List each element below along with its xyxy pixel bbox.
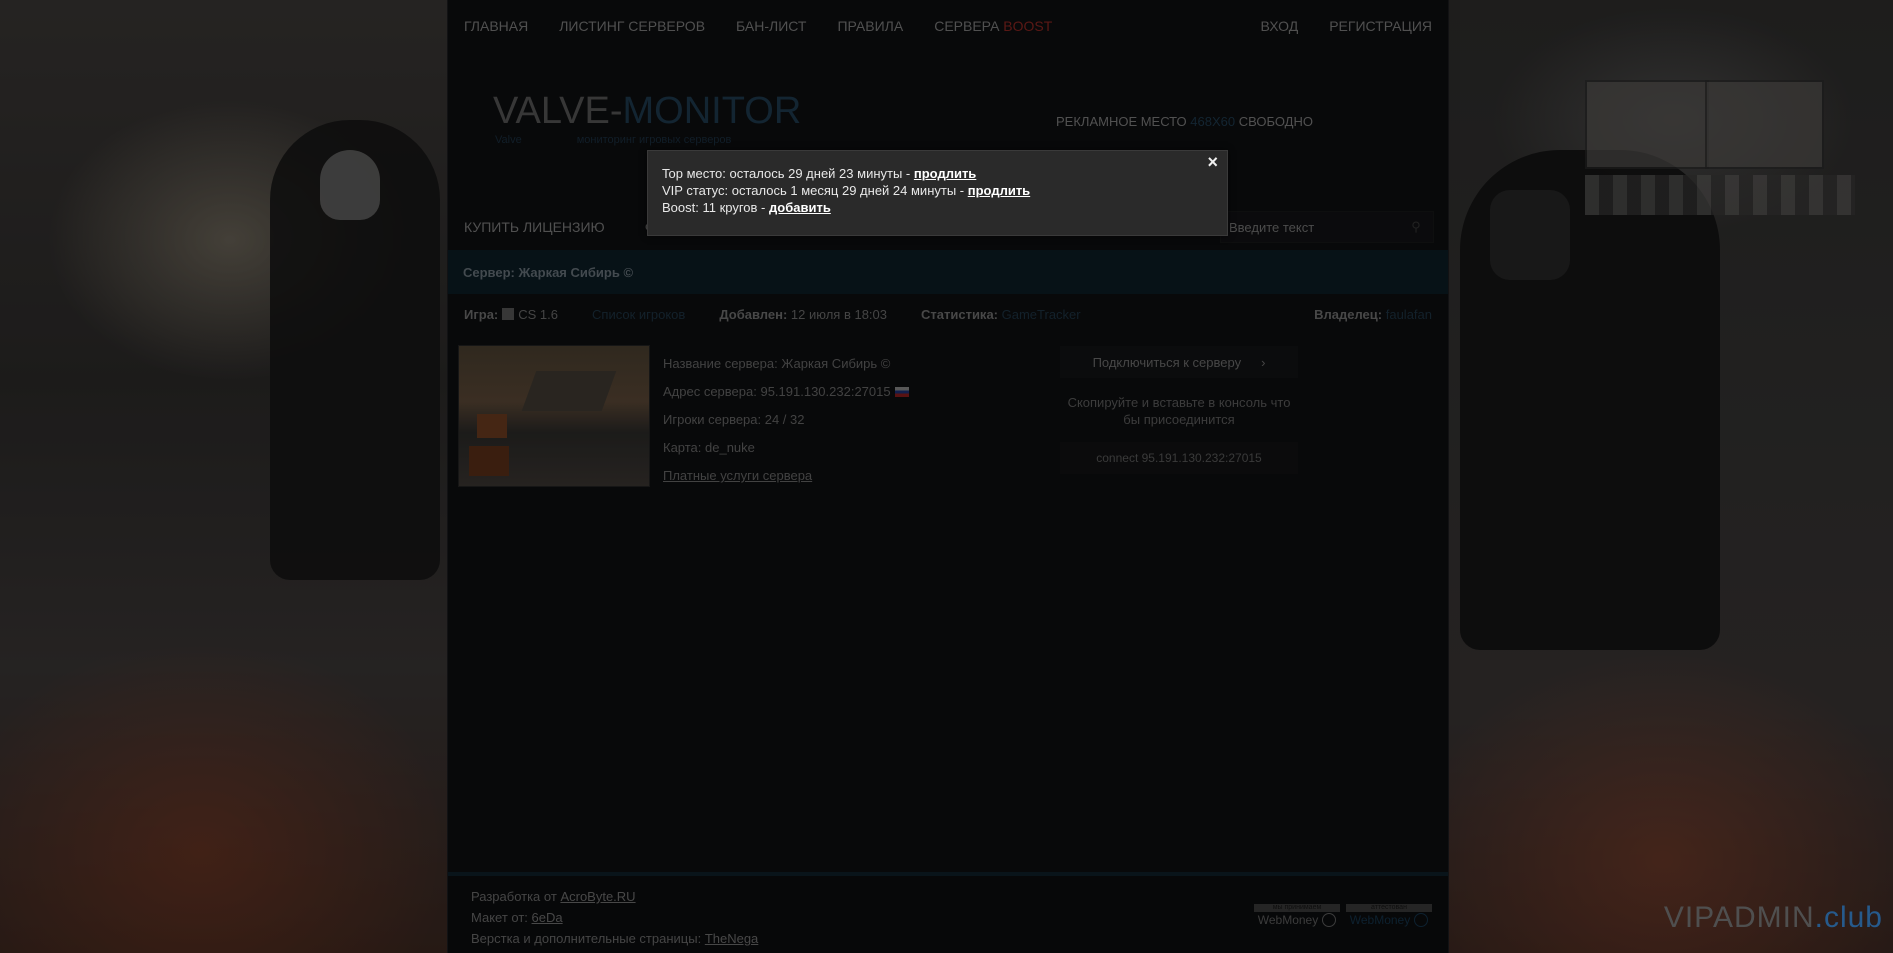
top-status-text: Top место: осталось 29 дней 23 минуты - (662, 166, 911, 181)
popup-top-line: Top место: осталось 29 дней 23 минуты - … (662, 165, 1030, 182)
popup-vip-line: VIP статус: осталось 1 месяц 29 дней 24 … (662, 182, 1030, 199)
close-icon[interactable]: × (1207, 153, 1218, 171)
vip-status-text: VIP статус: осталось 1 месяц 29 дней 24 … (662, 183, 965, 198)
boost-status-text: Boost: 11 кругов - (662, 200, 766, 215)
extend-vip-link[interactable]: продлить (968, 183, 1030, 198)
add-boost-link[interactable]: добавить (769, 200, 831, 215)
popup-boost-line: Boost: 11 кругов - добавить (662, 199, 1030, 216)
popup-lines: Top место: осталось 29 дней 23 минуты - … (662, 165, 1030, 216)
status-popup: × Top место: осталось 29 дней 23 минуты … (647, 150, 1228, 236)
extend-top-link[interactable]: продлить (914, 166, 976, 181)
modal-overlay[interactable] (0, 0, 1893, 953)
